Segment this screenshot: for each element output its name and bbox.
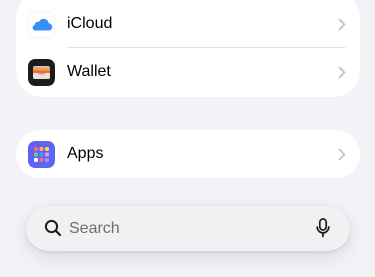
settings-row-wallet[interactable]: Wallet [16, 48, 360, 96]
settings-row-apps[interactable]: Apps [16, 130, 360, 178]
apps-label: Apps [67, 145, 104, 162]
search-bar[interactable] [26, 206, 350, 251]
chevron-right-icon [338, 18, 346, 31]
microphone-icon[interactable] [316, 218, 330, 238]
settings-group-apps: Apps [16, 130, 360, 178]
search-icon [44, 219, 62, 237]
settings-group-accounts: iCloud Wallet [16, 0, 360, 97]
wallet-icon [28, 59, 55, 86]
wallet-label: Wallet [67, 63, 111, 80]
settings-row-icloud[interactable]: iCloud [16, 0, 360, 48]
chevron-right-icon [338, 66, 346, 79]
search-input[interactable] [69, 206, 299, 251]
icloud-label: iCloud [67, 15, 113, 32]
chevron-right-icon [338, 148, 346, 161]
apps-icon [28, 141, 55, 168]
icloud-icon [28, 11, 55, 38]
